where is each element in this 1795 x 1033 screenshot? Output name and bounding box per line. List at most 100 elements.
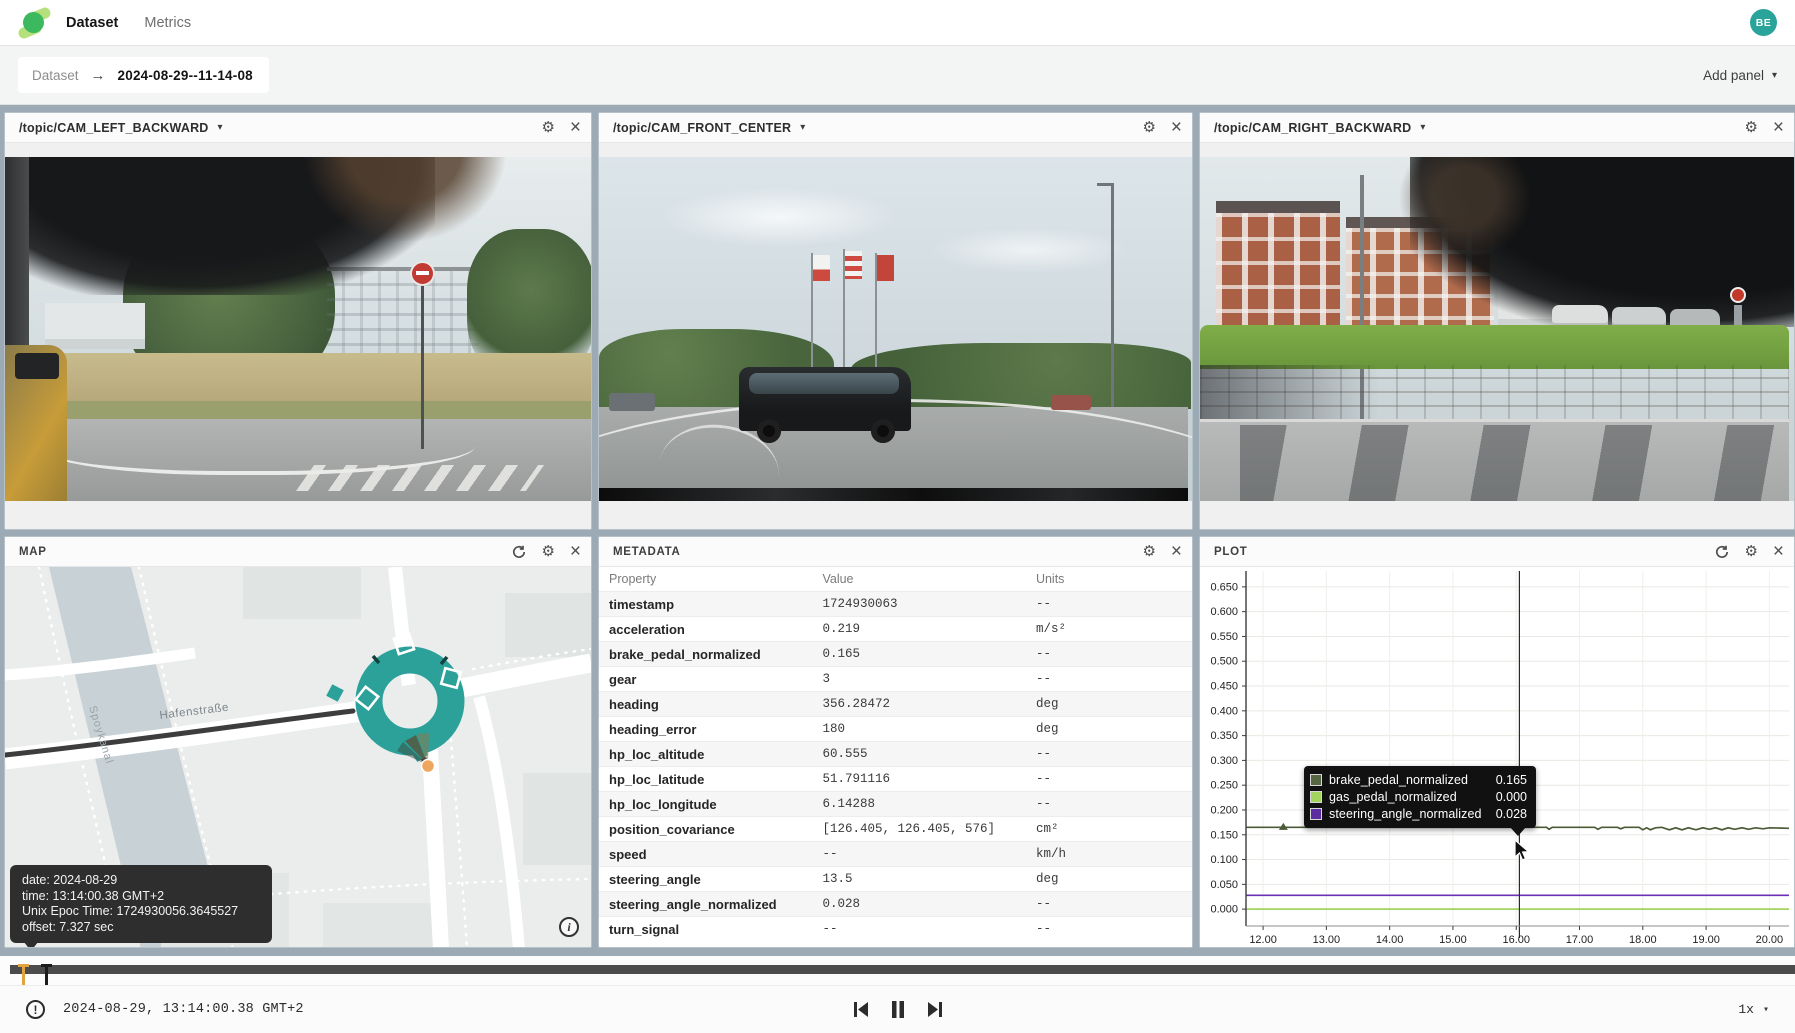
panel-map: MAP ⚙ × <box>4 536 592 948</box>
top-bar: Dataset Metrics BE <box>0 0 1795 46</box>
hedge <box>1200 325 1789 369</box>
metadata-cell-val: 6.14288 <box>812 792 1025 817</box>
camera-view <box>1200 143 1794 529</box>
column-header-units: Units <box>1026 567 1192 592</box>
tab-dataset[interactable]: Dataset <box>66 15 118 31</box>
current-position-marker <box>422 760 435 773</box>
panel-header: /topic/CAM_LEFT_BACKWARD ▾ ⚙ × <box>5 113 591 143</box>
plot-tooltip-rows: brake_pedal_normalized0.165gas_pedal_nor… <box>1310 771 1527 822</box>
close-panel-icon[interactable]: × <box>1171 542 1182 561</box>
plot-view[interactable]: 0.0000.0500.1000.1500.2000.2500.3000.350… <box>1200 567 1794 947</box>
chevron-down-icon: ▾ <box>218 122 223 133</box>
plot-tooltip-row: brake_pedal_normalized0.165 <box>1310 771 1527 788</box>
metadata-cell-val: 0.028 <box>812 892 1025 917</box>
refresh-icon[interactable] <box>1715 545 1729 559</box>
camera-image-right-backward <box>1200 157 1794 501</box>
svg-text:0.250: 0.250 <box>1210 780 1238 792</box>
add-panel-button[interactable]: Add panel ▾ <box>1703 68 1777 83</box>
metadata-cell-units: deg <box>1026 717 1192 742</box>
topic-dropdown[interactable]: /topic/CAM_FRONT_CENTER ▾ <box>613 121 805 135</box>
map-tooltip-line: time: 13:14:00.38 GMT+2 <box>22 889 260 905</box>
metadata-view: Property Value Units timestamp1724930063… <box>599 567 1192 947</box>
svg-text:0.000: 0.000 <box>1210 904 1238 916</box>
close-panel-icon[interactable]: × <box>570 118 581 137</box>
metadata-cell-prop: heading <box>599 692 812 717</box>
camera-view <box>599 143 1192 529</box>
metadata-cell-prop: position_covariance <box>599 817 812 842</box>
metadata-cell-units: km/h <box>1026 842 1192 867</box>
skip-previous-button[interactable] <box>850 1000 872 1020</box>
panel-plot: PLOT ⚙ × 0.0000.0500.1000.1500.2000.2500… <box>1199 536 1795 948</box>
chevron-down-icon: ▾ <box>1772 70 1777 81</box>
timeline-strip <box>0 956 1795 985</box>
panel-cam-left-backward: /topic/CAM_LEFT_BACKWARD ▾ ⚙ × <box>4 112 592 530</box>
panel-header: METADATA ⚙ × <box>599 537 1192 567</box>
metadata-cell-val: 60.555 <box>812 742 1025 767</box>
settings-gear-icon[interactable]: ⚙ <box>1744 544 1757 559</box>
metadata-cell-prop: brake_pedal_normalized <box>599 642 812 667</box>
chevron-down-icon: ▾ <box>800 122 805 133</box>
camera-image-front-center <box>599 157 1192 501</box>
metadata-row: heading_error180deg <box>599 717 1192 742</box>
metadata-row: hp_loc_longitude6.14288-- <box>599 792 1192 817</box>
panel-title: PLOT <box>1214 546 1247 558</box>
playback-timestamp: 2024-08-29, 13:14:00.38 GMT+2 <box>63 1002 304 1017</box>
map-view[interactable]: Hafenstraße Spoykanal date: 2024-08-29ti… <box>5 567 591 947</box>
tab-metrics[interactable]: Metrics <box>144 15 191 31</box>
settings-gear-icon[interactable]: ⚙ <box>1142 544 1155 559</box>
metadata-cell-units: deg <box>1026 692 1192 717</box>
info-icon[interactable]: i <box>559 917 579 937</box>
transport-controls <box>850 1000 946 1020</box>
playback-speed-dropdown[interactable]: 1x ▾ <box>1738 1002 1769 1017</box>
settings-gear-icon[interactable]: ⚙ <box>541 544 554 559</box>
map-tooltip-line: Unix Epoc Time: 1724930056.3645527 <box>22 904 260 920</box>
camera-image-left-backward <box>5 157 591 501</box>
breadcrumb-arrow-icon: → <box>91 67 106 84</box>
metadata-row: heading356.28472deg <box>599 692 1192 717</box>
topic-dropdown[interactable]: /topic/CAM_RIGHT_BACKWARD ▾ <box>1214 121 1425 135</box>
settings-gear-icon[interactable]: ⚙ <box>1142 120 1155 135</box>
column-header-property: Property <box>599 567 812 592</box>
metadata-row: speed--km/h <box>599 842 1192 867</box>
svg-text:0.200: 0.200 <box>1210 804 1238 816</box>
series-color-swatch <box>1310 774 1322 786</box>
close-panel-icon[interactable]: × <box>570 542 581 561</box>
settings-gear-icon[interactable]: ⚙ <box>1744 120 1757 135</box>
breadcrumb: Dataset → 2024-08-29--11-14-08 <box>18 57 269 93</box>
app-logo-icon[interactable] <box>18 9 52 37</box>
alert-circle-icon[interactable]: ! <box>26 1000 45 1019</box>
chevron-down-icon: ▾ <box>1420 122 1425 133</box>
user-avatar[interactable]: BE <box>1750 9 1777 36</box>
metadata-cell-units: deg <box>1026 867 1192 892</box>
close-panel-icon[interactable]: × <box>1773 542 1784 561</box>
metadata-row: turn_signal---- <box>599 917 1192 942</box>
skip-next-button[interactable] <box>924 1000 946 1020</box>
chevron-down-icon: ▾ <box>1763 1004 1769 1016</box>
series-color-swatch <box>1310 808 1322 820</box>
metadata-row: acceleration0.219m/s² <box>599 617 1192 642</box>
refresh-icon[interactable] <box>512 545 526 559</box>
close-panel-icon[interactable]: × <box>1773 118 1784 137</box>
pause-button[interactable] <box>887 1000 909 1020</box>
timeline-hover-tooltip: date: 2024-08-29time: 13:14:00.38 GMT+2U… <box>10 865 272 943</box>
metadata-row: timestamp1724930063-- <box>599 592 1192 617</box>
metadata-cell-prop: hp_loc_longitude <box>599 792 812 817</box>
round-sign <box>1730 287 1746 303</box>
svg-text:0.150: 0.150 <box>1210 829 1238 841</box>
settings-gear-icon[interactable]: ⚙ <box>541 120 554 135</box>
plot-tooltip-row: steering_angle_normalized0.028 <box>1310 805 1527 822</box>
panel-cam-right-backward: /topic/CAM_RIGHT_BACKWARD ▾ ⚙ × <box>1199 112 1795 530</box>
svg-text:0.300: 0.300 <box>1210 755 1238 767</box>
metadata-row: steering_angle_normalized0.028-- <box>599 892 1192 917</box>
timeline-track[interactable] <box>10 965 1795 974</box>
topic-dropdown[interactable]: /topic/CAM_LEFT_BACKWARD ▾ <box>19 121 223 135</box>
panel-metadata: METADATA ⚙ × Property Value Units timest… <box>598 536 1193 948</box>
close-panel-icon[interactable]: × <box>1171 118 1182 137</box>
no-entry-sign <box>421 273 424 449</box>
svg-text:0.050: 0.050 <box>1210 879 1238 891</box>
panel-title: METADATA <box>613 546 681 558</box>
metadata-cell-val: 1724930063 <box>812 592 1025 617</box>
plot-canvas[interactable]: 0.0000.0500.1000.1500.2000.2500.3000.350… <box>1200 567 1794 948</box>
breadcrumb-dataset-link[interactable]: Dataset <box>20 68 79 83</box>
metadata-cell-val: -- <box>812 842 1025 867</box>
